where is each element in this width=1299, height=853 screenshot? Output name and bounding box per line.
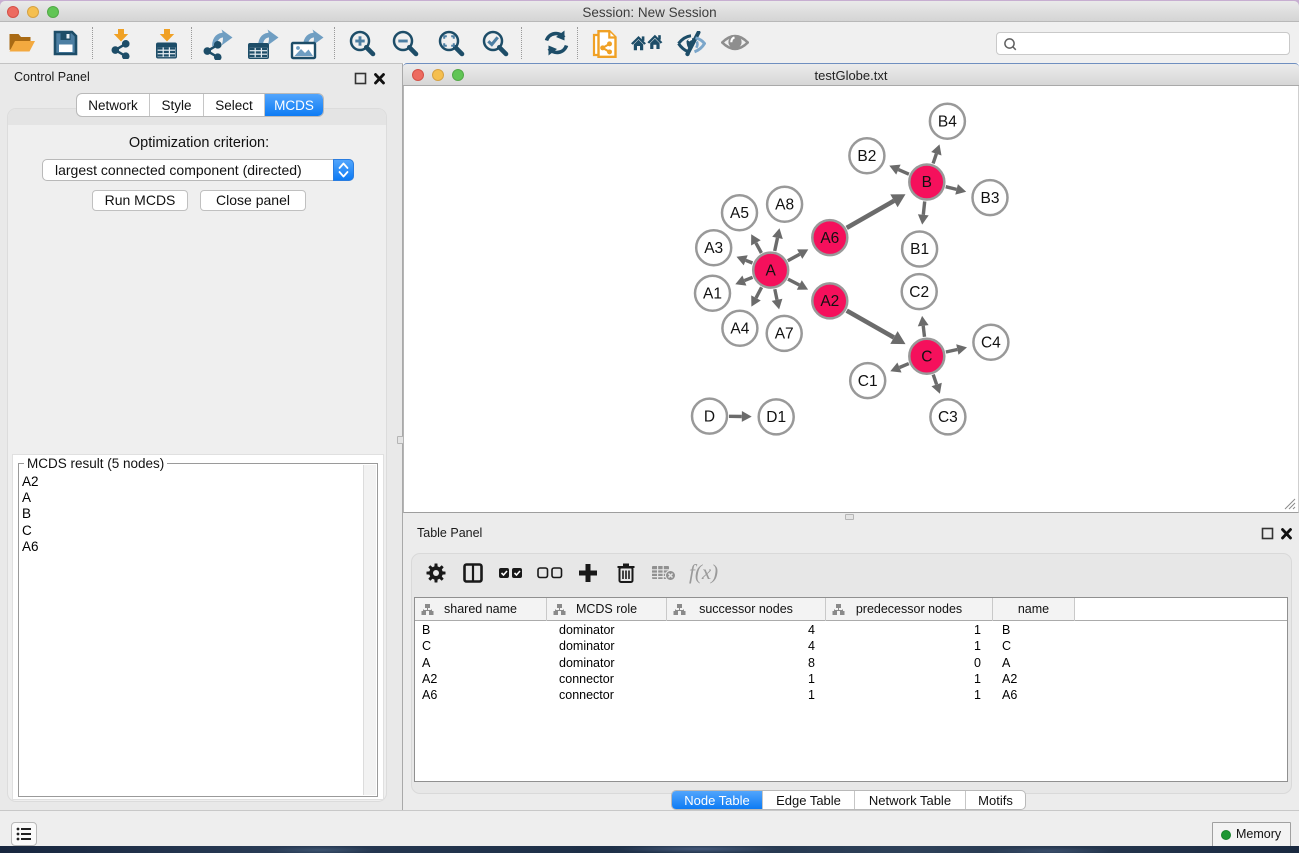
svg-text:D: D: [704, 408, 715, 425]
svg-text:A1: A1: [703, 286, 722, 303]
svg-text:A5: A5: [730, 205, 749, 222]
svg-text:C4: C4: [981, 334, 1001, 351]
svg-text:A4: A4: [730, 321, 749, 338]
svg-text:B2: B2: [857, 148, 876, 165]
svg-text:A2: A2: [820, 293, 839, 310]
svg-text:C1: C1: [858, 373, 878, 390]
svg-text:A: A: [766, 262, 777, 279]
svg-text:C: C: [921, 348, 932, 365]
svg-text:B3: B3: [981, 190, 1000, 207]
svg-text:D1: D1: [766, 409, 786, 426]
svg-text:A6: A6: [820, 230, 839, 247]
svg-text:A8: A8: [775, 197, 794, 214]
svg-text:C3: C3: [938, 409, 958, 426]
svg-text:B1: B1: [910, 241, 929, 258]
svg-text:B: B: [922, 174, 932, 191]
svg-text:B4: B4: [938, 113, 957, 130]
svg-text:A3: A3: [704, 240, 723, 257]
svg-text:A7: A7: [775, 326, 794, 343]
svg-text:C2: C2: [909, 284, 929, 301]
